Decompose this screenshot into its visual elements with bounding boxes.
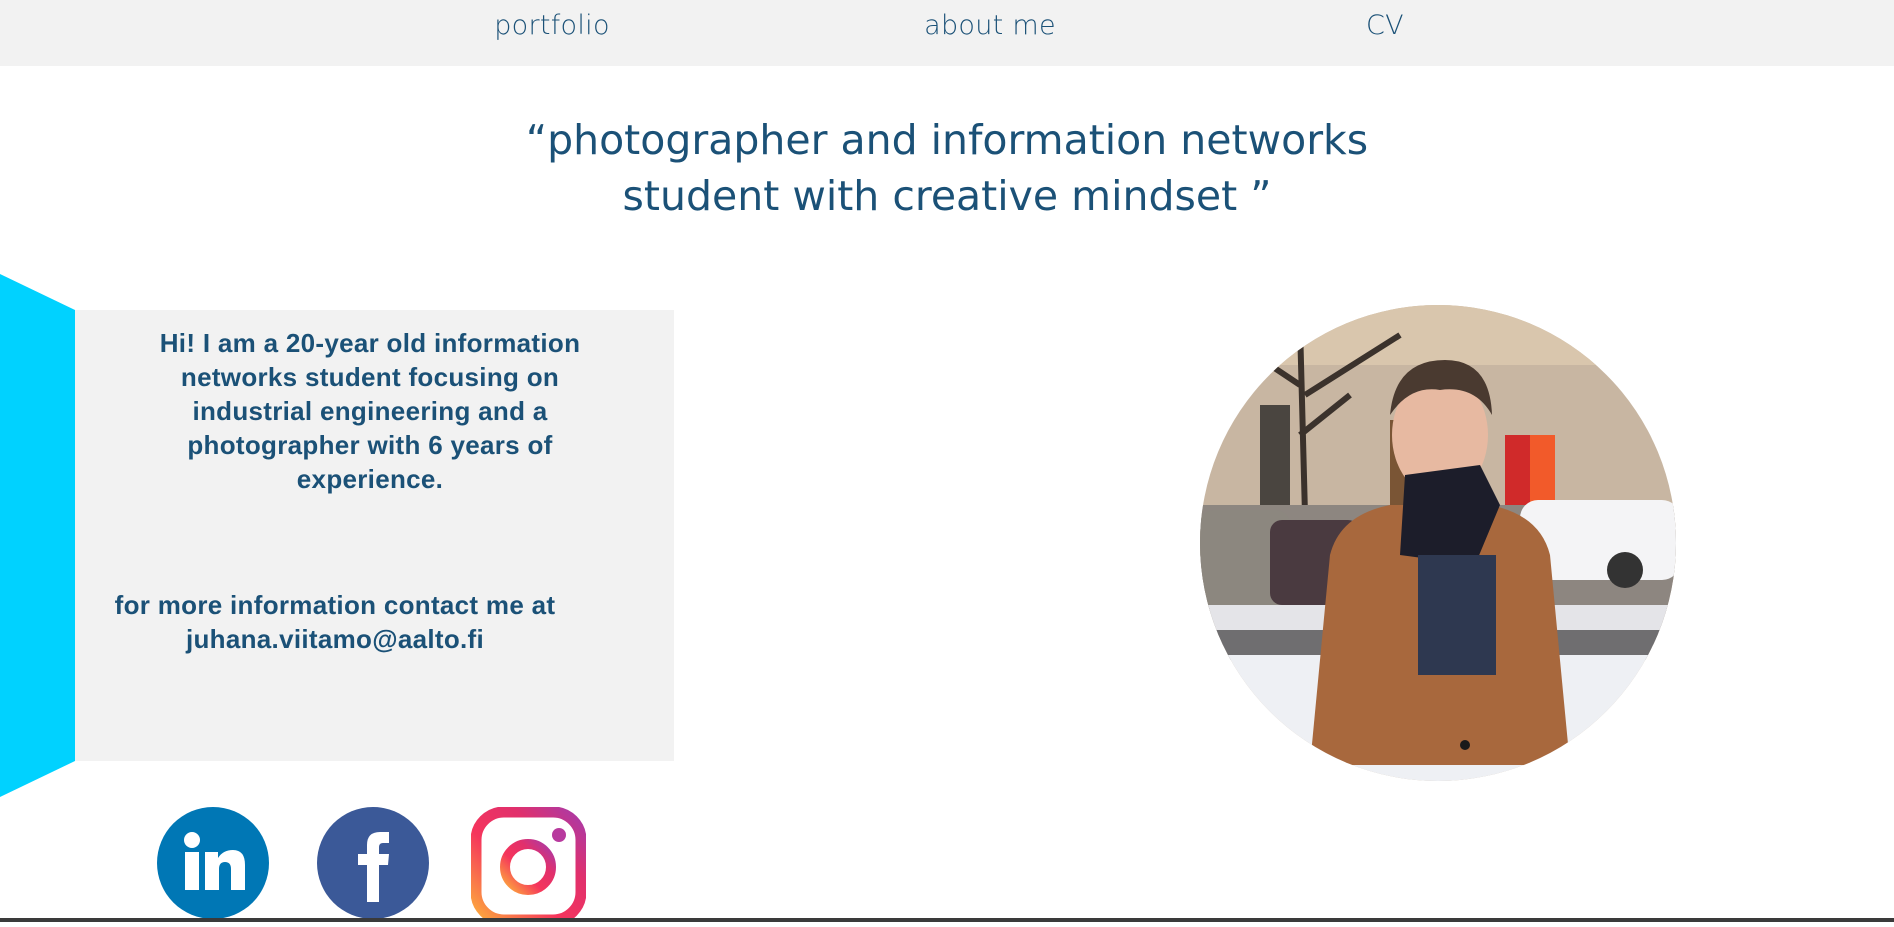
linkedin-icon [157, 807, 269, 919]
intro-panel: Hi! I am a 20-year old information netwo… [75, 310, 674, 761]
intro-text: Hi! I am a 20-year old information netwo… [159, 328, 581, 494]
headline-quote: “photographer and information networks s… [0, 112, 1894, 224]
nav-cv[interactable]: CV [1366, 10, 1404, 41]
profile-photo [1200, 305, 1676, 781]
facebook-icon [317, 807, 429, 919]
linkedin-link[interactable] [157, 807, 269, 924]
contact-line: for more information contact me at [114, 590, 556, 620]
contact-email[interactable]: juhana.viitamo@aalto.fi [85, 622, 585, 656]
nav-about-me[interactable]: about me [924, 10, 1056, 41]
headline-line-1: “photographer and information networks [525, 116, 1369, 164]
top-nav: portfolio about me CV [0, 0, 1894, 66]
instagram-link[interactable] [470, 806, 587, 927]
bottom-divider [0, 918, 1894, 922]
instagram-icon [470, 806, 587, 926]
facebook-link[interactable] [317, 807, 429, 924]
headline-line-2: student with creative mindset ” [622, 172, 1272, 220]
accent-shape [0, 274, 75, 797]
nav-portfolio[interactable]: portfolio [494, 10, 610, 41]
